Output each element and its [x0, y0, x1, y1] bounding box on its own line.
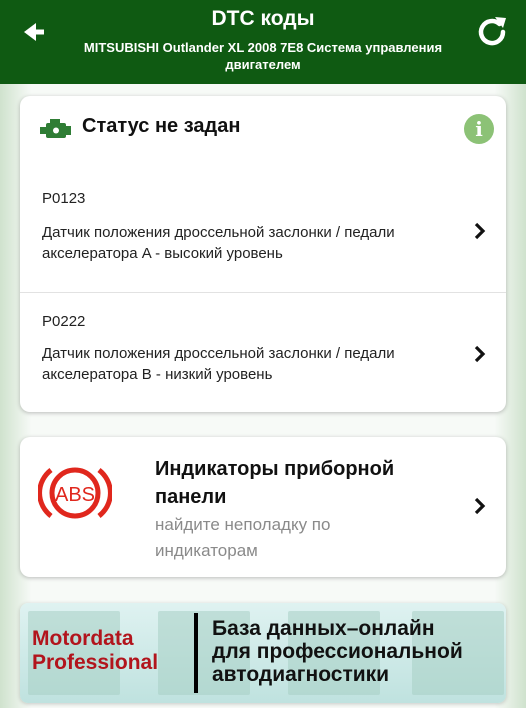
banner-brand-line2: Professional [32, 651, 159, 674]
status-title: Статус не задан [82, 115, 241, 137]
back-button[interactable] [16, 14, 52, 50]
banner-text: База данных–онлайн для профессиональной … [212, 617, 502, 686]
motordata-ad-banner[interactable]: Motordata Professional База данных–онлай… [20, 603, 506, 703]
abs-label: ABS [55, 484, 95, 506]
engine-icon [40, 119, 71, 138]
dtc-code: P0123 [42, 190, 86, 207]
dtc-code: P0222 [42, 313, 86, 330]
refresh-icon [478, 17, 506, 46]
dashboard-card-title: Индикаторы приборной панели [155, 458, 395, 508]
page-title: DTC коды [211, 7, 315, 30]
banner-brand-line1: Motordata [32, 627, 134, 650]
dtc-card: Статус не задан i P0123 Датчик положения… [20, 96, 506, 412]
banner-text-line: для профессиональной [212, 640, 463, 663]
info-icon[interactable]: i [464, 114, 494, 144]
app-header: DTC коды MITSUBISHI Outlander XL 2008 7E… [0, 0, 526, 84]
abs-warning-icon: ABS [38, 467, 112, 519]
chevron-right-icon [474, 345, 486, 363]
chevron-right-icon [474, 497, 486, 515]
dtc-item[interactable]: P0123 Датчик положения дроссельной засло… [20, 170, 506, 290]
dtc-item[interactable]: P0222 Датчик положения дроссельной засло… [20, 292, 506, 412]
banner-text-line: База данных–онлайн [212, 617, 435, 640]
dashboard-indicators-card[interactable]: ABS Индикаторы приборной панели найдите … [20, 437, 506, 577]
chevron-right-icon [474, 222, 486, 240]
banner-text-line: автодиагностики [212, 663, 390, 686]
vehicle-subtitle: MITSUBISHI Outlander XL 2008 7E8 Система… [83, 40, 443, 72]
arrow-left-icon [24, 23, 44, 41]
dashboard-card-subtitle: найдите неполадку по индикаторам [155, 515, 331, 560]
refresh-button[interactable] [472, 12, 512, 52]
banner-divider [194, 613, 198, 693]
dtc-description: Датчик положения дроссельной заслонки / … [42, 224, 395, 262]
dtc-description: Датчик положения дроссельной заслонки / … [42, 345, 395, 383]
status-row: Статус не задан i [20, 96, 506, 166]
